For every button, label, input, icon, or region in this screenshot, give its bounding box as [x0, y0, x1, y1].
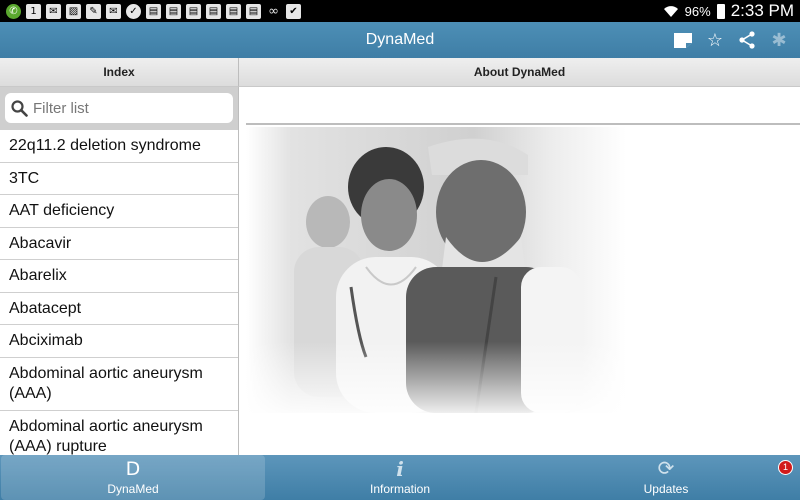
search-icon [11, 99, 28, 117]
link-icon: ∞ [268, 3, 279, 19]
check-icon: ✓ [126, 3, 141, 19]
battery-percent: 96% [684, 3, 711, 19]
list-item[interactable]: AAT deficiency [0, 195, 238, 228]
list-item[interactable]: 3TC [0, 163, 238, 195]
filter-input[interactable] [31, 98, 215, 118]
refresh-icon: ⟳ [657, 458, 675, 480]
list-item[interactable]: Abatacept [0, 293, 238, 325]
divider [246, 123, 800, 125]
tab-label: Information [369, 482, 431, 496]
filter-bar [0, 87, 238, 130]
doc-icon: ▤ [146, 3, 161, 19]
doc-icon: ▤ [246, 3, 261, 19]
about-header: About DynaMed [239, 58, 800, 87]
list-item[interactable]: Abacavir [0, 228, 238, 260]
email-icon: ✉ [106, 3, 121, 19]
clean-icon: ✎ [86, 3, 101, 19]
app-bar: DynaMed ☆ ✱ [0, 22, 800, 58]
index-panel: 22q11.2 deletion syndrome 3TC AAT defici… [0, 87, 239, 455]
gallery-icon: ▨ [66, 3, 81, 19]
doc-icon: ▤ [186, 3, 201, 19]
system-status: 96% 2:33 PM [663, 0, 794, 22]
clock: 2:33 PM [730, 1, 794, 20]
status-bar: ✆ 1 ✉ ▨ ✎ ✉ ✓ ▤ ▤ ▤ ▤ ▤ ▤ ∞ ✔ 96% 2:33 P… [0, 0, 800, 22]
list-item[interactable]: Abarelix [0, 260, 238, 293]
notification-icons: ✆ 1 ✉ ▨ ✎ ✉ ✓ ▤ ▤ ▤ ▤ ▤ ▤ ∞ ✔ [6, 3, 301, 19]
list-item[interactable]: Abciximab [0, 325, 238, 358]
phone-icon: ✆ [6, 3, 21, 19]
about-panel [239, 87, 800, 455]
notes-icon[interactable] [672, 29, 694, 51]
list-item[interactable]: 22q11.2 deletion syndrome [0, 130, 238, 163]
doctors-photo [246, 127, 626, 413]
bottom-nav: D DynaMed i Information ⟳ Updates 1 [0, 455, 800, 500]
doc-icon: ▤ [226, 3, 241, 19]
tab-label: DynaMed [107, 482, 159, 496]
clipboard-icon: ✔ [286, 3, 301, 19]
updates-badge: 1 [778, 460, 793, 475]
list-item[interactable]: Abdominal aortic aneurysm (AAA) [0, 358, 238, 411]
doc-icon: ▤ [166, 3, 181, 19]
filter-box[interactable] [5, 93, 233, 123]
wifi-icon [663, 6, 678, 17]
star-icon[interactable]: ☆ [704, 29, 726, 51]
doc-icon: ▤ [206, 3, 221, 19]
list-item[interactable]: Abdominal aortic aneurysm (AAA) rupture [0, 411, 238, 456]
share-icon[interactable] [736, 29, 758, 51]
calendar-icon: 1 [26, 3, 41, 19]
tab-label: Updates [643, 482, 689, 496]
index-header: Index [0, 58, 239, 87]
mail-icon: ✉ [46, 3, 61, 19]
sync-icon[interactable]: ✱ [768, 29, 790, 51]
battery-icon [716, 3, 725, 19]
tab-information[interactable]: i Information [267, 455, 533, 500]
tab-updates[interactable]: ⟳ Updates 1 [533, 455, 799, 500]
dynamed-icon: D [125, 458, 141, 480]
tab-dynamed[interactable]: D DynaMed [1, 455, 265, 500]
info-icon: i [396, 457, 404, 481]
app-bar-actions: ☆ ✱ [672, 22, 790, 58]
